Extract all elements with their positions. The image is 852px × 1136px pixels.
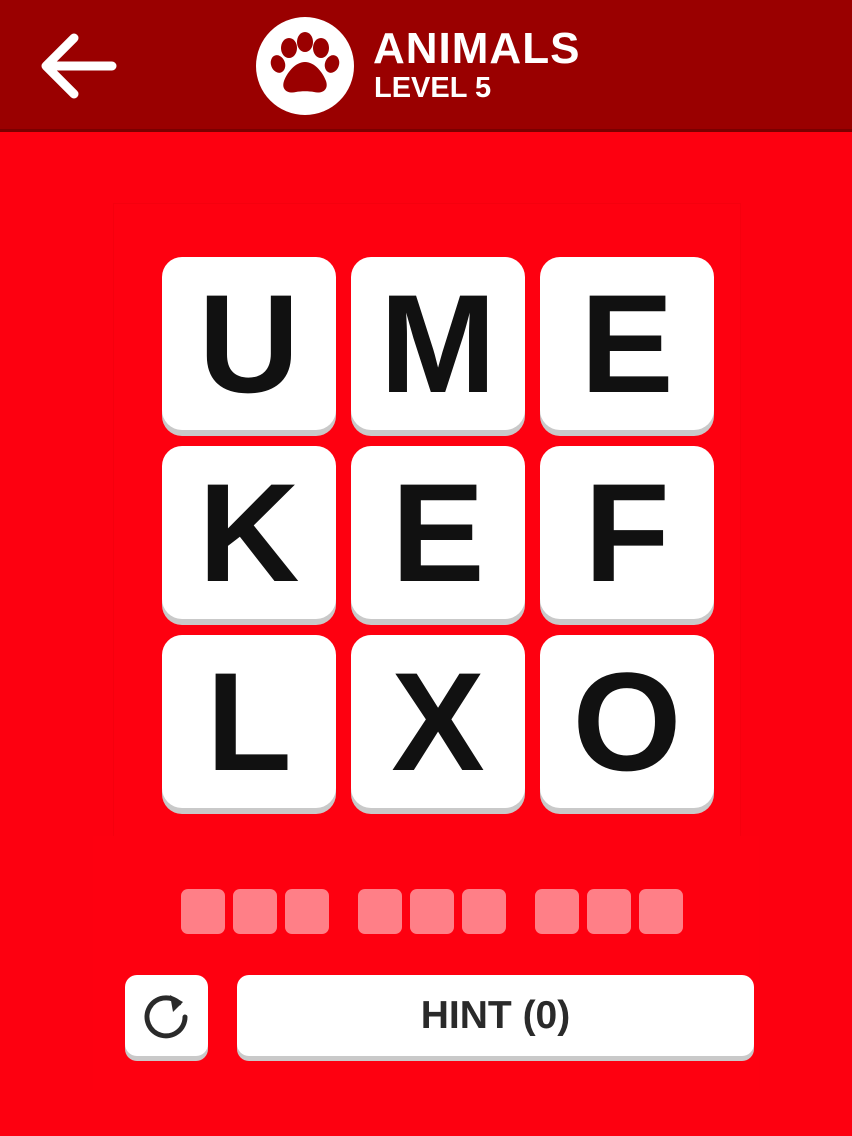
reset-icon (144, 995, 188, 1039)
answer-slot (285, 889, 329, 934)
answer-slot (639, 889, 683, 934)
answer-slot (462, 889, 506, 934)
letter-grid: U M E K E F L X O (162, 257, 716, 809)
letter-tile[interactable]: X (351, 635, 525, 808)
letter-tile[interactable]: L (162, 635, 336, 808)
top-bar: ANIMALS LEVEL 5 (0, 0, 852, 132)
level-label: LEVEL 5 (374, 72, 492, 104)
letter-tile[interactable]: O (540, 635, 714, 808)
letter-tile[interactable]: E (351, 446, 525, 619)
letter-tile[interactable]: U (162, 257, 336, 430)
category-badge (256, 17, 354, 115)
back-button[interactable] (30, 26, 126, 106)
letter-tile[interactable]: M (351, 257, 525, 430)
answer-slot (358, 889, 402, 934)
answer-slot (535, 889, 579, 934)
answer-slot (410, 889, 454, 934)
arrow-left-icon (41, 33, 117, 99)
category-title: ANIMALS (373, 24, 581, 73)
answer-slot (587, 889, 631, 934)
reset-button[interactable] (125, 975, 208, 1056)
answer-slot (233, 889, 277, 934)
paw-icon (270, 32, 340, 93)
hint-button[interactable]: HINT (0) (237, 975, 754, 1056)
letter-tile[interactable]: E (540, 257, 714, 430)
answer-slot (181, 889, 225, 934)
letter-tile[interactable]: F (540, 446, 714, 619)
letter-tile[interactable]: K (162, 446, 336, 619)
